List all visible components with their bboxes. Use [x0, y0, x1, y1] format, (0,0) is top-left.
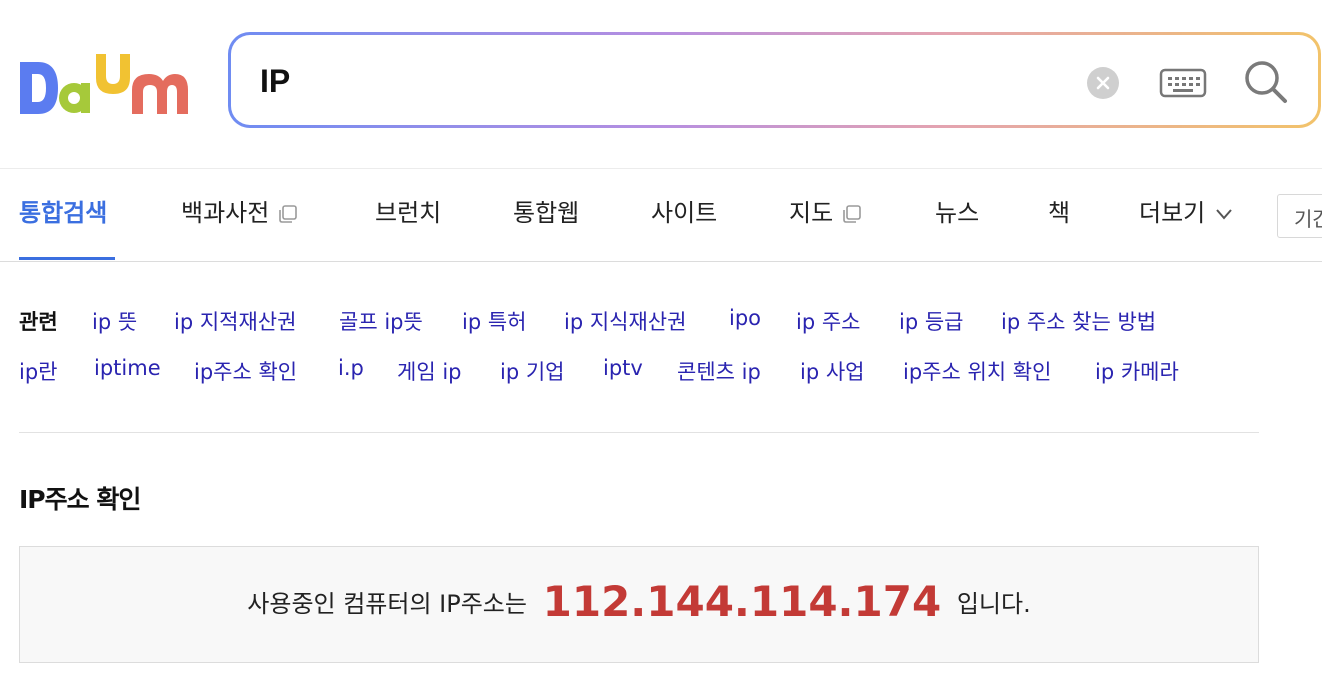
clear-icon[interactable]: [1087, 67, 1119, 99]
active-tab-indicator: [19, 257, 115, 260]
ip-result-box: 사용중인 컴퓨터의 IP주소는 112.144.114.174 입니다.: [19, 546, 1259, 663]
related-link[interactable]: ip 뜻: [92, 306, 137, 336]
tab-label: 더보기: [1139, 199, 1206, 227]
ip-address: 112.144.114.174: [542, 577, 942, 626]
related-label: 관련: [19, 310, 58, 334]
tab-more[interactable]: 더보기: [1139, 196, 1233, 230]
section-divider: [19, 432, 1259, 433]
related-link[interactable]: ip 특허: [462, 306, 526, 336]
related-link[interactable]: 콘텐츠 ip: [677, 356, 761, 386]
header: IP: [0, 0, 1322, 169]
new-window-icon: [843, 205, 861, 223]
tab-web[interactable]: 통합웹: [513, 196, 579, 230]
tab-site[interactable]: 사이트: [651, 196, 717, 230]
tab-label: 책: [1048, 199, 1071, 227]
ip-result-line: 사용중인 컴퓨터의 IP주소는 112.144.114.174 입니다.: [20, 577, 1258, 626]
tab-books[interactable]: 책: [1048, 196, 1070, 230]
keyboard-icon[interactable]: [1159, 67, 1207, 99]
tab-label: 백과사전: [181, 199, 270, 227]
tab-label: 사이트: [651, 199, 718, 227]
related-link[interactable]: ip 주소 찾는 방법: [1001, 306, 1156, 336]
related-link[interactable]: i.p: [338, 356, 364, 380]
daum-logo[interactable]: [18, 50, 188, 120]
related-link[interactable]: 골프 ip뜻: [339, 306, 423, 336]
related-link[interactable]: iptime: [94, 356, 161, 380]
search-tabs: 통합검색 백과사전 브런치 통합웹 사이트 지도 뉴스 책 더보기 기간: [0, 168, 1322, 262]
related-link[interactable]: ip 사업: [800, 356, 864, 386]
search-input[interactable]: IP: [260, 63, 290, 100]
related-link[interactable]: ip주소 위치 확인: [903, 356, 1051, 386]
tab-label: 지도: [789, 199, 834, 227]
tab-encyclopedia[interactable]: 백과사전: [181, 196, 299, 230]
related-link[interactable]: ip 지식재산권: [564, 306, 686, 336]
related-link[interactable]: ip란: [19, 356, 58, 386]
ip-section-title: IP주소 확인: [19, 485, 141, 514]
new-window-icon: [279, 205, 298, 223]
tab-label: 브런치: [375, 199, 442, 227]
search-criteria-button[interactable]: 기간: [1277, 194, 1322, 238]
related-link[interactable]: ip 지적재산권: [174, 306, 296, 336]
ip-suffix: 입니다.: [956, 590, 1031, 618]
tab-brunch[interactable]: 브런치: [375, 196, 441, 230]
tab-label: 통합검색: [19, 199, 108, 227]
related-link[interactable]: iptv: [603, 356, 643, 380]
ip-prefix: 사용중인 컴퓨터의 IP주소는: [247, 590, 527, 618]
related-link[interactable]: ipo: [729, 306, 761, 330]
tab-label: 뉴스: [935, 199, 980, 227]
search-icon[interactable]: [1243, 59, 1289, 105]
search-inner: IP: [231, 35, 1318, 125]
related-link[interactable]: ip 주소: [796, 306, 860, 336]
tab-integrated[interactable]: 통합검색: [19, 196, 107, 230]
tab-map[interactable]: 지도: [789, 196, 863, 230]
chevron-down-icon: [1216, 209, 1233, 220]
related-link[interactable]: ip 카메라: [1095, 356, 1179, 386]
search-box: IP: [228, 32, 1321, 128]
tab-label: 통합웹: [513, 199, 580, 227]
tab-news[interactable]: 뉴스: [935, 196, 979, 230]
related-link[interactable]: 게임 ip: [397, 356, 461, 386]
related-link[interactable]: ip 기업: [500, 356, 564, 386]
related-link[interactable]: ip주소 확인: [194, 356, 297, 386]
related-link[interactable]: ip 등급: [899, 306, 963, 336]
